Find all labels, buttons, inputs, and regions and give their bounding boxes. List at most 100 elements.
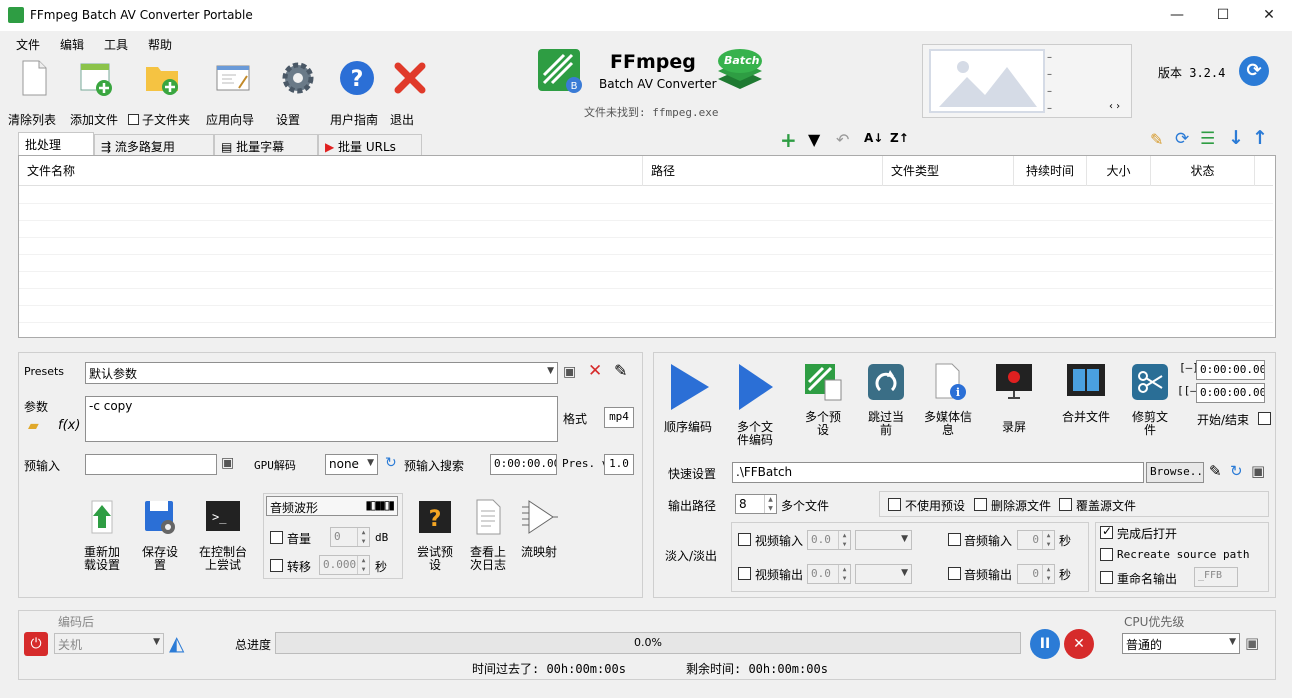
filter-icon[interactable]: ▼ [808, 130, 820, 149]
move-down-icon[interactable]: ↓ [1228, 127, 1244, 149]
settings-button[interactable]: 设置 [276, 58, 320, 127]
trim-end-input[interactable]: 0:00:00.000 [1196, 383, 1265, 403]
presets-select[interactable]: 默认参数 ▼ [85, 362, 558, 384]
brush-clean-icon[interactable]: ✎ [1150, 130, 1163, 149]
trim-files-button[interactable]: 修剪文件 [1128, 362, 1172, 437]
delete-source-checkbox[interactable] [974, 498, 987, 511]
save-preset-icon[interactable]: ▣ [563, 364, 576, 380]
params-textarea[interactable]: -c copy [85, 396, 558, 442]
multi-file-encode-button[interactable]: 多个文件编码 [732, 362, 778, 447]
audio-out-spinner[interactable]: 0 ▲ ▼ [1017, 564, 1055, 584]
media-info-button[interactable]: i 多媒体信息 [922, 362, 974, 437]
edit-path-icon[interactable]: ✎ [1209, 462, 1222, 480]
waveform-button[interactable]: 音频波形 ▮▯▮▮▯▮ [266, 496, 398, 516]
file-list[interactable]: 文件名称 路径 文件类型 持续时间 大小 状态 [18, 155, 1276, 338]
add-row-icon[interactable]: + [780, 128, 797, 152]
folder-add-small-icon[interactable]: ▰ [28, 418, 39, 434]
browse-button[interactable]: Browse... [1146, 462, 1204, 483]
move-up-icon[interactable]: ↑ [1252, 127, 1268, 149]
video-in-checkbox[interactable] [738, 533, 751, 546]
pause-button[interactable]: II [1030, 629, 1060, 659]
preview-nav[interactable]: ‹ › [1109, 101, 1120, 112]
col-duration[interactable]: 持续时间 [1014, 156, 1087, 186]
trim-toggle-checkbox[interactable] [1258, 412, 1271, 425]
rename-suffix-input[interactable]: _FFB [1194, 567, 1238, 587]
col-filename[interactable]: 文件名称 [19, 156, 643, 186]
multi-preset-button[interactable]: 多个预设 [800, 362, 846, 437]
stream-mapping-button[interactable]: 流映射 [517, 497, 561, 559]
exit-button[interactable]: 退出 [390, 58, 430, 127]
skip-current-button[interactable]: 跳过当前 [864, 362, 908, 437]
audio-out-checkbox[interactable] [948, 567, 961, 580]
close-window-button[interactable]: ✕ [1246, 0, 1292, 31]
format-input[interactable]: mp4 [604, 407, 634, 428]
tab-urls[interactable]: ▶ 批量 URLs [318, 134, 422, 156]
save-settings-button[interactable]: 保存设置 [138, 497, 182, 572]
audio-in-spinner[interactable]: 0 ▲ ▼ [1017, 530, 1055, 550]
merge-files-button[interactable]: 合并文件 [1062, 362, 1110, 424]
subfolder-toggle[interactable]: 子文件夹 [128, 58, 196, 127]
reset-path-icon[interactable]: ↻ [1230, 462, 1243, 480]
preinput-input[interactable] [85, 454, 217, 475]
pres-input[interactable]: 1.0 [604, 454, 634, 475]
video-in-curve-select[interactable]: ▼ [855, 530, 912, 550]
volume-checkbox[interactable] [270, 531, 283, 544]
overwrite-source-checkbox[interactable] [1059, 498, 1072, 511]
list-lines-icon[interactable]: ☰ [1200, 129, 1215, 149]
open-after-checkbox[interactable] [1100, 524, 1113, 539]
save-priority-icon[interactable]: ▣ [1245, 634, 1259, 652]
power-icon[interactable]: ⏻ [24, 632, 48, 656]
clear-list-button[interactable]: 清除列表 [8, 58, 60, 127]
gpu-select[interactable]: none ▼ [325, 454, 378, 475]
col-filetype[interactable]: 文件类型 [883, 156, 1014, 186]
recreate-path-checkbox[interactable] [1100, 548, 1113, 561]
trim-start-input[interactable]: 0:00:00.000 [1196, 360, 1265, 380]
output-count-spinner[interactable]: 8 ▲ ▼ [735, 494, 777, 514]
delete-preset-icon[interactable]: ✕ [588, 361, 602, 381]
shift-spinner[interactable]: 0.000 ▲ ▼ [319, 555, 370, 575]
menu-help[interactable]: 帮助 [148, 36, 172, 53]
reload-settings-button[interactable]: 重新加载设置 [80, 497, 124, 572]
refresh-small-icon[interactable]: ↻ [385, 455, 397, 471]
menu-tools[interactable]: 工具 [104, 36, 128, 53]
add-files-button[interactable]: 添加文件 [70, 58, 122, 127]
user-guide-button[interactable]: ? 用户指南 [330, 58, 384, 127]
rename-output-checkbox[interactable] [1100, 571, 1113, 584]
maximize-button[interactable]: ☐ [1200, 0, 1246, 31]
subfolder-checkbox[interactable] [128, 114, 139, 125]
menu-edit[interactable]: 编辑 [60, 36, 84, 53]
record-screen-button[interactable]: 录屏 [990, 362, 1038, 434]
video-in-spinner[interactable]: 0.0 ▲ ▼ [807, 530, 851, 550]
cpu-priority-select[interactable]: 普通的 ▼ [1122, 633, 1240, 654]
try-preset-button[interactable]: ? 尝试预设 [413, 497, 457, 572]
tab-subtitles[interactable]: ▤ 批量字幕 [214, 134, 318, 156]
shift-checkbox[interactable] [270, 559, 283, 572]
col-size[interactable]: 大小 [1087, 156, 1151, 186]
save-path-icon[interactable]: ▣ [1251, 462, 1265, 480]
function-icon[interactable]: f(x) [58, 418, 80, 433]
menu-file[interactable]: 文件 [16, 36, 40, 53]
minimize-button[interactable]: — [1154, 0, 1200, 31]
video-out-spinner[interactable]: 0.0 ▲ ▼ [807, 564, 851, 584]
after-encode-action-icon[interactable]: ◭ [169, 631, 184, 655]
sort-za-icon[interactable]: Z↑ [890, 131, 909, 145]
col-path[interactable]: 路径 [643, 156, 883, 186]
sequential-encode-button[interactable]: 顺序编码 [662, 362, 714, 434]
audio-in-checkbox[interactable] [948, 533, 961, 546]
save-preinput-icon[interactable]: ▣ [221, 455, 234, 471]
tab-batch[interactable]: 批处理 [18, 132, 94, 156]
no-preset-checkbox[interactable] [888, 498, 901, 511]
view-last-log-button[interactable]: 查看上次日志 [466, 497, 510, 572]
video-out-checkbox[interactable] [738, 567, 751, 580]
sort-az-icon[interactable]: A↓ [864, 131, 883, 145]
quick-path-input[interactable]: .\FFBatch [732, 462, 1144, 483]
volume-spinner[interactable]: 0 ▲ ▼ [330, 527, 370, 547]
col-status[interactable]: 状态 [1151, 156, 1255, 186]
edit-preset-icon[interactable]: ✎ [614, 361, 627, 380]
try-console-button[interactable]: >_ 在控制台上尝试 [196, 497, 250, 572]
undo-icon[interactable]: ↶ [836, 130, 849, 149]
video-out-curve-select[interactable]: ▼ [855, 564, 912, 584]
tab-multiplex[interactable]: ⇶ 流多路复用 [94, 134, 214, 156]
preinput-search-label[interactable]: 预输入搜索 [404, 457, 464, 474]
stop-button[interactable]: ✕ [1064, 629, 1094, 659]
